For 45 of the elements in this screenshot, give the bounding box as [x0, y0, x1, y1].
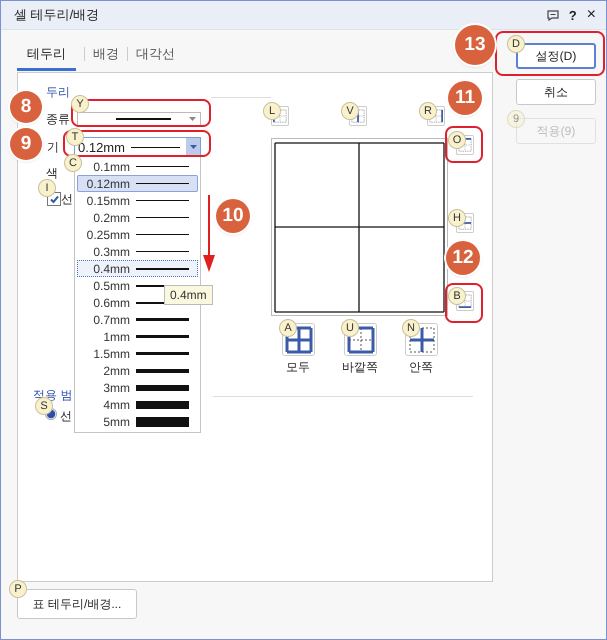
dropdown-option[interactable]: 0.3mm — [77, 243, 198, 260]
step-number-badge: 12 — [446, 241, 480, 275]
keytip-tooltip: D — [507, 35, 525, 53]
dialog-button[interactable]: 취소 — [516, 79, 596, 105]
step-number-badge: 8 — [10, 91, 42, 123]
help-button[interactable]: ? — [568, 8, 577, 22]
caret-icon — [189, 117, 196, 121]
keytip-tooltip: 9 — [507, 110, 525, 128]
tab[interactable]: 대각선 — [136, 45, 175, 71]
close-button[interactable]: × — [586, 6, 596, 24]
dropdown-option[interactable]: 3mm — [77, 379, 198, 396]
table-border-button[interactable]: 표 테두리/배경... — [17, 589, 137, 619]
chat-icon[interactable] — [546, 10, 559, 20]
tab[interactable]: 배경 — [93, 45, 119, 71]
dropdown-option[interactable]: 0.4mm — [77, 260, 198, 277]
section-label: 두리 — [46, 84, 70, 101]
preset-label: 모두 — [285, 359, 311, 376]
dropdown-option[interactable]: 0.2mm — [77, 209, 198, 226]
field-label: 기 — [47, 139, 59, 156]
dropdown-option[interactable]: 0.15mm — [77, 192, 198, 209]
dropdown-option[interactable]: 5mm — [77, 413, 198, 430]
checkbox-label: 선 — [61, 191, 73, 208]
dropdown-option[interactable]: 4mm — [77, 396, 198, 413]
dropdown-option[interactable]: 2mm — [77, 362, 198, 379]
step-number-badge: 9 — [10, 128, 42, 160]
highlight-frame — [445, 126, 483, 163]
step-number-badge: 13 — [455, 25, 495, 65]
field-label: 색 — [46, 165, 58, 182]
dropdown-option[interactable]: 0.25mm — [77, 226, 198, 243]
tooltip: 0.4mm — [164, 285, 213, 305]
highlight-frame — [445, 283, 483, 323]
down-arrow-icon — [202, 195, 216, 273]
radio-label: 선 — [60, 408, 72, 425]
dropdown-option[interactable]: 1mm — [77, 328, 198, 345]
preset-label: 안쪽 — [408, 359, 434, 376]
step-number-badge: 10 — [216, 199, 250, 233]
window-title: 셀 테두리/배경 — [14, 6, 100, 24]
caret-icon — [190, 145, 196, 149]
preset-label: 바깥쪽 — [341, 359, 379, 376]
step-number-badge: 11 — [448, 81, 482, 115]
dropdown-option[interactable]: 0.7mm — [77, 311, 198, 328]
keytip-tooltip: P — [9, 580, 27, 598]
dropdown-option[interactable]: 1.5mm — [77, 345, 198, 362]
dropdown-option[interactable]: 0.12mm — [77, 175, 198, 192]
field-label: 종류 — [46, 111, 70, 128]
